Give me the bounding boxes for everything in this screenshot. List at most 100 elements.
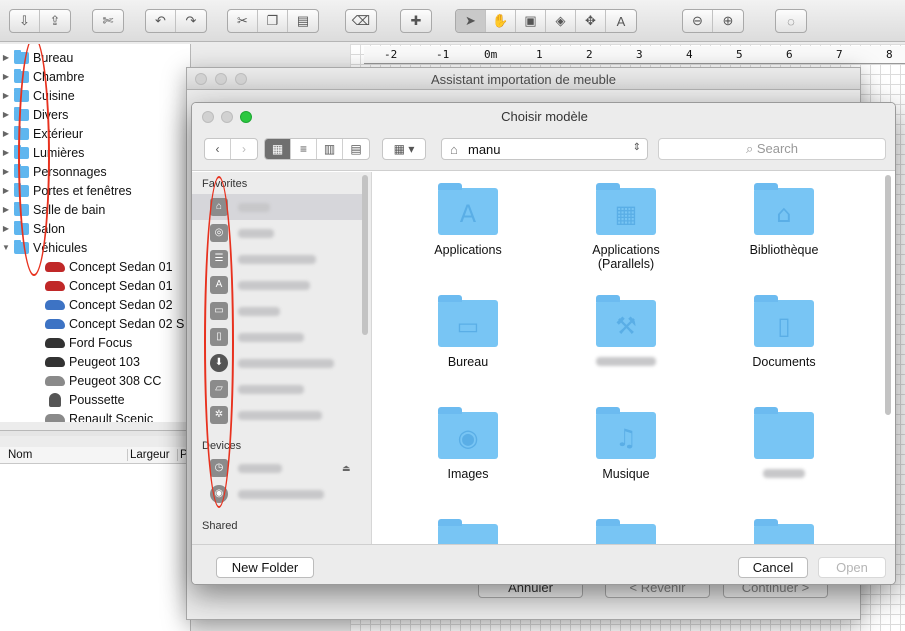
furniture-catalog-tree: ▶ Bureau ▶ Chambre ▶ Cuisine ▶ Divers ▶ Extér…	[0, 44, 191, 422]
paste-icon[interactable]: ▤	[288, 10, 318, 32]
zoom-in-icon[interactable]: ⊕	[713, 10, 743, 32]
furniture-item[interactable]: Concept Sedan 01	[45, 257, 173, 276]
folder-icon	[596, 519, 656, 545]
furniture-item-label: Poussette	[69, 392, 125, 407]
pictures-folder-icon: ◉	[438, 407, 498, 459]
expand-arrow-icon[interactable]: ▶	[0, 129, 12, 138]
help-group: ◌	[775, 9, 807, 33]
open-button[interactable]: Open	[818, 557, 886, 578]
history-navigation: ‹ ›	[204, 138, 258, 160]
path-popup[interactable]: ⌂ manu ⇕	[441, 138, 648, 160]
collapse-arrow-icon[interactable]: ▼	[0, 243, 12, 252]
expand-arrow-icon[interactable]: ▶	[0, 72, 12, 81]
dialog-titlebar: Choisir modèle	[192, 103, 895, 131]
expand-arrow-icon[interactable]: ▶	[0, 205, 12, 214]
help-icon[interactable]: ◌	[776, 10, 806, 32]
create-walls-icon[interactable]: ▣	[516, 10, 546, 32]
expand-arrow-icon[interactable]: ▶	[0, 148, 12, 157]
eject-icon[interactable]: ⏏	[342, 463, 351, 474]
dialog-title: Choisir modèle	[501, 109, 588, 124]
furniture-item[interactable]: Ford Focus	[45, 333, 132, 352]
furniture-item[interactable]: Concept Sedan 02 S	[45, 314, 184, 333]
stroller-icon	[49, 392, 61, 407]
ruler-tick: 2	[586, 48, 593, 61]
icon-view-icon[interactable]: ▦	[265, 139, 291, 159]
add-furniture-icon[interactable]: ✚	[401, 10, 431, 32]
furniture-item[interactable]: Concept Sedan 02	[45, 295, 173, 314]
file-item[interactable]: ⚒	[551, 295, 701, 369]
blurred-label	[238, 306, 280, 316]
file-item[interactable]: ⌂ Bibliothèque	[709, 183, 859, 257]
create-rooms-icon[interactable]: ◈	[546, 10, 576, 32]
back-icon[interactable]: ‹	[205, 139, 231, 159]
file-grid-scrollbar[interactable]	[885, 175, 891, 415]
expand-arrow-icon[interactable]: ▶	[0, 110, 12, 119]
select-icon[interactable]: ➤	[456, 10, 486, 32]
arrange-popup[interactable]: ▦ ▾	[382, 138, 426, 160]
panel-splitter[interactable]	[0, 430, 191, 436]
expand-arrow-icon[interactable]: ▶	[0, 224, 12, 233]
red-annotation-oval	[18, 44, 50, 276]
moped-icon	[45, 356, 65, 367]
copy-icon[interactable]: ❐	[258, 10, 288, 32]
delete-group: ⌫	[345, 9, 377, 33]
expand-arrow-icon[interactable]: ▶	[0, 53, 12, 62]
column-header-name[interactable]: Nom	[8, 449, 32, 461]
column-view-icon[interactable]: ▥	[317, 139, 343, 159]
expand-arrow-icon[interactable]: ▶	[0, 91, 12, 100]
list-view-icon[interactable]: ≡	[291, 139, 317, 159]
column-header-width[interactable]: Largeur	[127, 449, 170, 461]
create-labels-icon[interactable]: A	[606, 10, 636, 32]
ruler-tick: 8	[886, 48, 893, 61]
furniture-item[interactable]: Peugeot 103	[45, 352, 140, 371]
furniture-item[interactable]: Concept Sedan 01	[45, 276, 173, 295]
forward-icon[interactable]: ›	[231, 139, 257, 159]
expand-arrow-icon[interactable]: ▶	[0, 167, 12, 176]
file-item[interactable]	[709, 519, 859, 545]
file-item[interactable]: ▭ Bureau	[393, 295, 543, 369]
new-folder-button[interactable]: New Folder	[216, 557, 314, 578]
category-row[interactable]: ▶ Personnages	[0, 162, 107, 181]
file-item[interactable]	[393, 519, 543, 545]
blurred-label	[551, 355, 701, 369]
pan-icon[interactable]: ✋	[486, 10, 516, 32]
dialog-sidebar: Favorites ⌂ ◎ ☰ A ▭ ▯ ⬇ ▱ ✲ Devices ◷ ⏏ ◉…	[192, 172, 372, 545]
coverflow-view-icon[interactable]: ▤	[343, 139, 369, 159]
file-item-label: Musique	[602, 467, 650, 481]
file-toolbar-group: ⇩ ⇪	[9, 9, 71, 33]
undo-icon[interactable]: ↶	[146, 10, 176, 32]
furniture-item[interactable]: Poussette	[45, 390, 125, 409]
create-dimensions-icon[interactable]: ✥	[576, 10, 606, 32]
delete-icon[interactable]: ⌫	[346, 10, 376, 32]
search-input[interactable]: ⌕ Search	[658, 138, 886, 160]
file-item[interactable]: ▯ Documents	[709, 295, 859, 369]
dialog-toolbar: ‹ › ▦ ≡ ▥ ▤ ▦ ▾ ⌂ manu ⇕ ⌕ Search	[192, 131, 895, 171]
furniture-item[interactable]: Renault Scenic	[45, 409, 153, 422]
cut-icon[interactable]: ✂	[228, 10, 258, 32]
expand-arrow-icon[interactable]: ▶	[0, 186, 12, 195]
cancel-button[interactable]: Cancel	[738, 557, 808, 578]
import-furniture-icon[interactable]: ⇩	[10, 10, 40, 32]
library-folder-icon: ⌂	[754, 183, 814, 235]
sidebar-scrollbar[interactable]	[362, 175, 368, 335]
furniture-item-label: Concept Sedan 02 S	[69, 316, 185, 331]
furniture-list-header: Nom Largeur P	[0, 447, 191, 464]
file-item[interactable]	[709, 407, 859, 481]
file-item[interactable]: A Applications	[393, 183, 543, 257]
category-row[interactable]: ▶ Salle de bain	[0, 200, 105, 219]
search-icon: ⌕	[745, 141, 754, 156]
zoom-out-icon[interactable]: ⊖	[683, 10, 713, 32]
blurred-label	[238, 410, 322, 420]
preferences-icon[interactable]: ✄	[93, 10, 123, 32]
file-item[interactable]	[551, 519, 701, 545]
file-item[interactable]: ◉ Images	[393, 407, 543, 481]
furniture-item-label: Peugeot 103	[69, 354, 140, 369]
file-item[interactable]: ▦ Applications (Parallels)	[551, 183, 701, 271]
blurred-label	[238, 384, 304, 394]
ruler-tick: 0m	[484, 48, 498, 61]
furniture-item[interactable]: Peugeot 308 CC	[45, 371, 161, 390]
import-library-icon[interactable]: ⇪	[40, 10, 70, 32]
redo-icon[interactable]: ↷	[176, 10, 206, 32]
file-item[interactable]: ♫ Musique	[551, 407, 701, 481]
path-label: manu	[468, 142, 501, 157]
